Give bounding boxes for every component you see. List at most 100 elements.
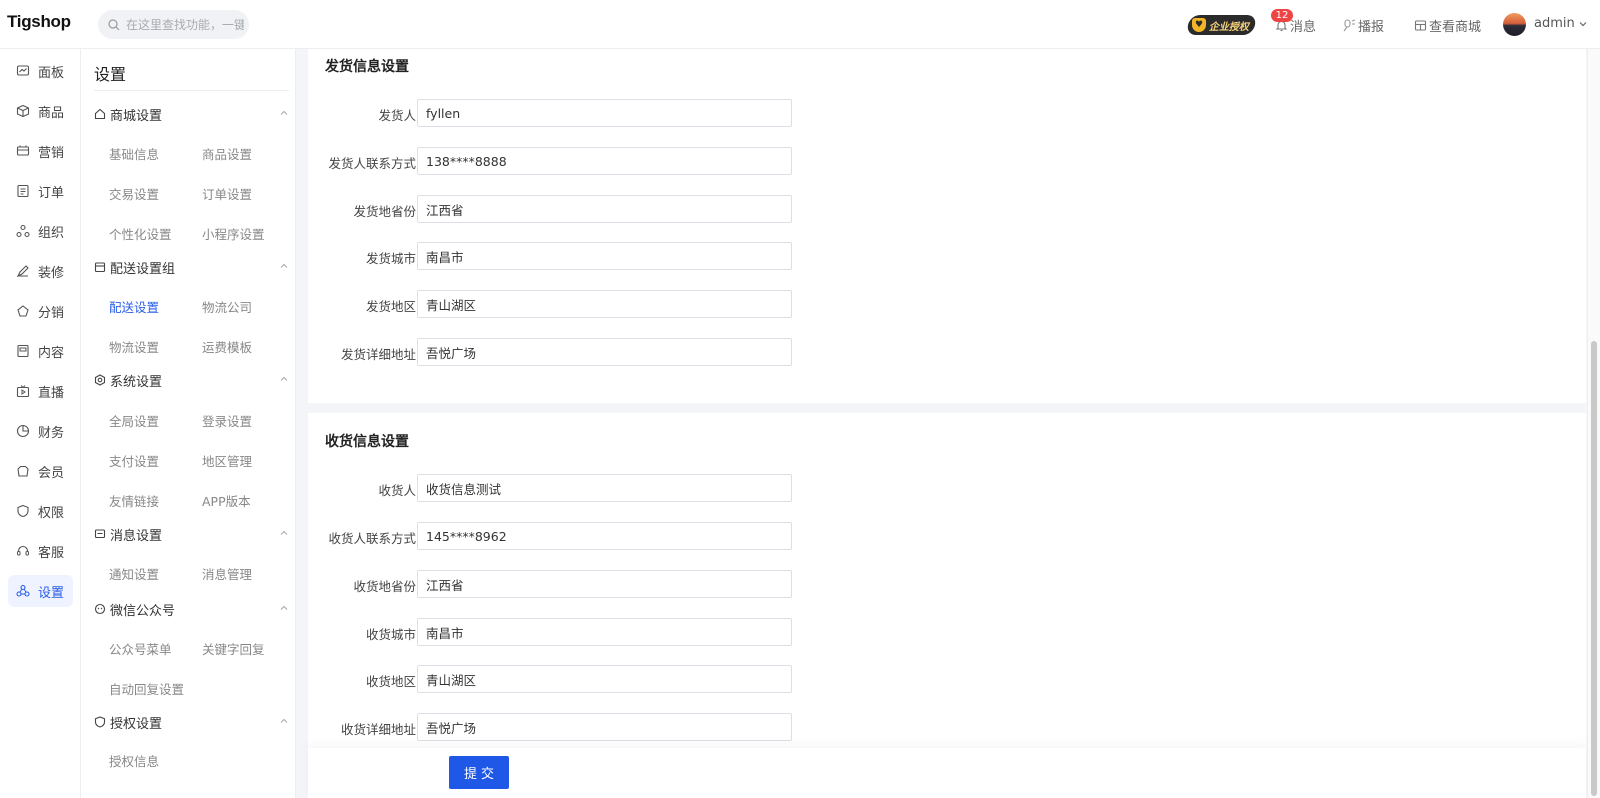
shipping-info-card: 发货信息设置 发货人 发货人联系方式 发货地省份 发货城市 发货地区 发货详细地…: [308, 49, 1586, 403]
shipper-city-input[interactable]: [417, 242, 792, 270]
submenu-link-message-management[interactable]: 消息管理: [202, 564, 252, 583]
submenu-link-app-version[interactable]: APP版本: [202, 491, 251, 510]
nav-item-marketing[interactable]: 营销: [8, 135, 73, 167]
broadcast-button[interactable]: 播报: [1342, 15, 1384, 35]
dashboard-icon: [16, 64, 30, 78]
submenu-link-personalization[interactable]: 个性化设置: [109, 224, 172, 243]
field-label: 收货地省份: [353, 579, 416, 594]
nav-item-products[interactable]: 商品: [8, 95, 73, 127]
nav-item-dashboard[interactable]: 面板: [8, 55, 73, 87]
submenu-link-official-menu[interactable]: 公众号菜单: [109, 639, 172, 658]
message-count-badge: 12: [1271, 9, 1293, 22]
group-delivery-settings[interactable]: 配送设置组: [94, 257, 289, 277]
form-footer: 提交: [308, 748, 1586, 798]
nav-item-members[interactable]: 会员: [8, 455, 73, 487]
group-auth-settings[interactable]: 授权设置: [94, 712, 289, 732]
message-icon: [94, 528, 106, 540]
receiver-name-input[interactable]: [417, 474, 792, 502]
distribution-icon: [16, 304, 30, 318]
group-system-settings[interactable]: 系统设置: [94, 370, 289, 390]
chevron-up-icon[interactable]: [279, 528, 289, 538]
submenu-link-region-management[interactable]: 地区管理: [202, 451, 252, 470]
submenu-link-delivery-settings[interactable]: 配送设置: [109, 297, 159, 316]
group-mall-settings[interactable]: 商城设置: [94, 104, 289, 124]
nav-item-organization[interactable]: 组织: [8, 215, 73, 247]
nav-label: 商品: [38, 105, 65, 121]
submenu-link-global-settings[interactable]: 全局设置: [109, 411, 159, 430]
submenu-link-notification-settings[interactable]: 通知设置: [109, 564, 159, 583]
nav-item-finance[interactable]: 财务: [8, 415, 73, 447]
submenu-link-order-settings[interactable]: 订单设置: [202, 184, 252, 203]
nav-item-live[interactable]: 直播: [8, 375, 73, 407]
group-message-settings[interactable]: 消息设置: [94, 524, 289, 544]
shipper-province-input[interactable]: [417, 195, 792, 223]
group-wechat-official[interactable]: 微信公众号: [94, 599, 289, 619]
submenu-link-auto-reply[interactable]: 自动回复设置: [109, 679, 184, 698]
gear-icon: [94, 374, 106, 386]
group-label: 商城设置: [110, 108, 163, 124]
search-input[interactable]: [126, 17, 244, 32]
store-icon: [1414, 19, 1427, 31]
submenu-link-basic-info[interactable]: 基础信息: [109, 144, 159, 163]
chevron-up-icon[interactable]: [279, 108, 289, 118]
shield-icon: [94, 716, 106, 728]
decorate-icon: [16, 264, 30, 278]
form-row: 收货城市: [308, 618, 1108, 646]
section-title: 发货信息设置: [325, 59, 409, 75]
receiver-district-input[interactable]: [417, 665, 792, 693]
chevron-up-icon[interactable]: [279, 716, 289, 726]
submenu-link-login-settings[interactable]: 登录设置: [202, 411, 252, 430]
form-row: 发货城市: [308, 242, 1108, 270]
nav-item-decorate[interactable]: 装修: [8, 255, 73, 287]
submenu-link-trade-settings[interactable]: 交易设置: [109, 184, 159, 203]
submenu-link-logistics-settings[interactable]: 物流设置: [109, 337, 159, 356]
receiver-address-input[interactable]: [417, 713, 792, 741]
scrollbar[interactable]: [1587, 49, 1600, 798]
form-row: 收货地区: [308, 665, 1108, 693]
submenu-link-logistics-company[interactable]: 物流公司: [202, 297, 252, 316]
logo[interactable]: Tigshop: [7, 12, 71, 32]
shipper-name-input[interactable]: [417, 99, 792, 127]
scrollbar-thumb[interactable]: [1591, 341, 1597, 796]
nav-item-content[interactable]: 内容: [8, 335, 73, 367]
field-label: 发货城市: [365, 251, 416, 266]
user-name: admin: [1534, 16, 1575, 31]
org-icon: [16, 224, 30, 238]
nav-label: 分销: [38, 305, 65, 321]
receiver-province-input[interactable]: [417, 570, 792, 598]
submit-button[interactable]: 提交: [449, 756, 509, 789]
chevron-up-icon[interactable]: [279, 261, 289, 271]
field-label: 发货人联系方式: [328, 156, 416, 171]
view-store-button[interactable]: 查看商城: [1414, 15, 1481, 35]
shipper-phone-input[interactable]: [417, 147, 792, 175]
submenu-link-auth-info[interactable]: 授权信息: [109, 751, 159, 770]
nav-item-orders[interactable]: 订单: [8, 175, 73, 207]
avatar[interactable]: [1503, 13, 1526, 36]
submenu-link-friend-links[interactable]: 友情链接: [109, 491, 159, 510]
nav-item-distribution[interactable]: 分销: [8, 295, 73, 327]
search-box[interactable]: [98, 10, 249, 39]
chevron-up-icon[interactable]: [279, 374, 289, 384]
search-icon: [108, 18, 120, 30]
field-label: 收货地区: [365, 674, 416, 689]
nav-label: 直播: [38, 385, 65, 401]
form-row: 发货人: [308, 99, 1108, 127]
field-label: 收货人联系方式: [328, 531, 416, 546]
nav-item-settings[interactable]: 设置: [8, 575, 73, 607]
shipper-address-input[interactable]: [417, 338, 792, 366]
enterprise-auth-badge[interactable]: ♥ 企业授权: [1185, 15, 1258, 35]
nav-item-service[interactable]: 客服: [8, 535, 73, 567]
nav-item-permissions[interactable]: 权限: [8, 495, 73, 527]
receiver-city-input[interactable]: [417, 618, 792, 646]
submenu-link-payment-settings[interactable]: 支付设置: [109, 451, 159, 470]
submenu-link-product-settings[interactable]: 商品设置: [202, 144, 252, 163]
user-menu[interactable]: admin: [1534, 16, 1588, 31]
submenu-link-keyword-reply[interactable]: 关键字回复: [202, 639, 265, 658]
submenu-link-miniprogram[interactable]: 小程序设置: [202, 224, 265, 243]
chevron-up-icon[interactable]: [279, 603, 289, 613]
shipper-district-input[interactable]: [417, 290, 792, 318]
submenu-link-freight-template[interactable]: 运费模板: [202, 337, 252, 356]
box-icon: [94, 261, 106, 273]
receiver-phone-input[interactable]: [417, 522, 792, 550]
order-icon: [16, 184, 30, 198]
